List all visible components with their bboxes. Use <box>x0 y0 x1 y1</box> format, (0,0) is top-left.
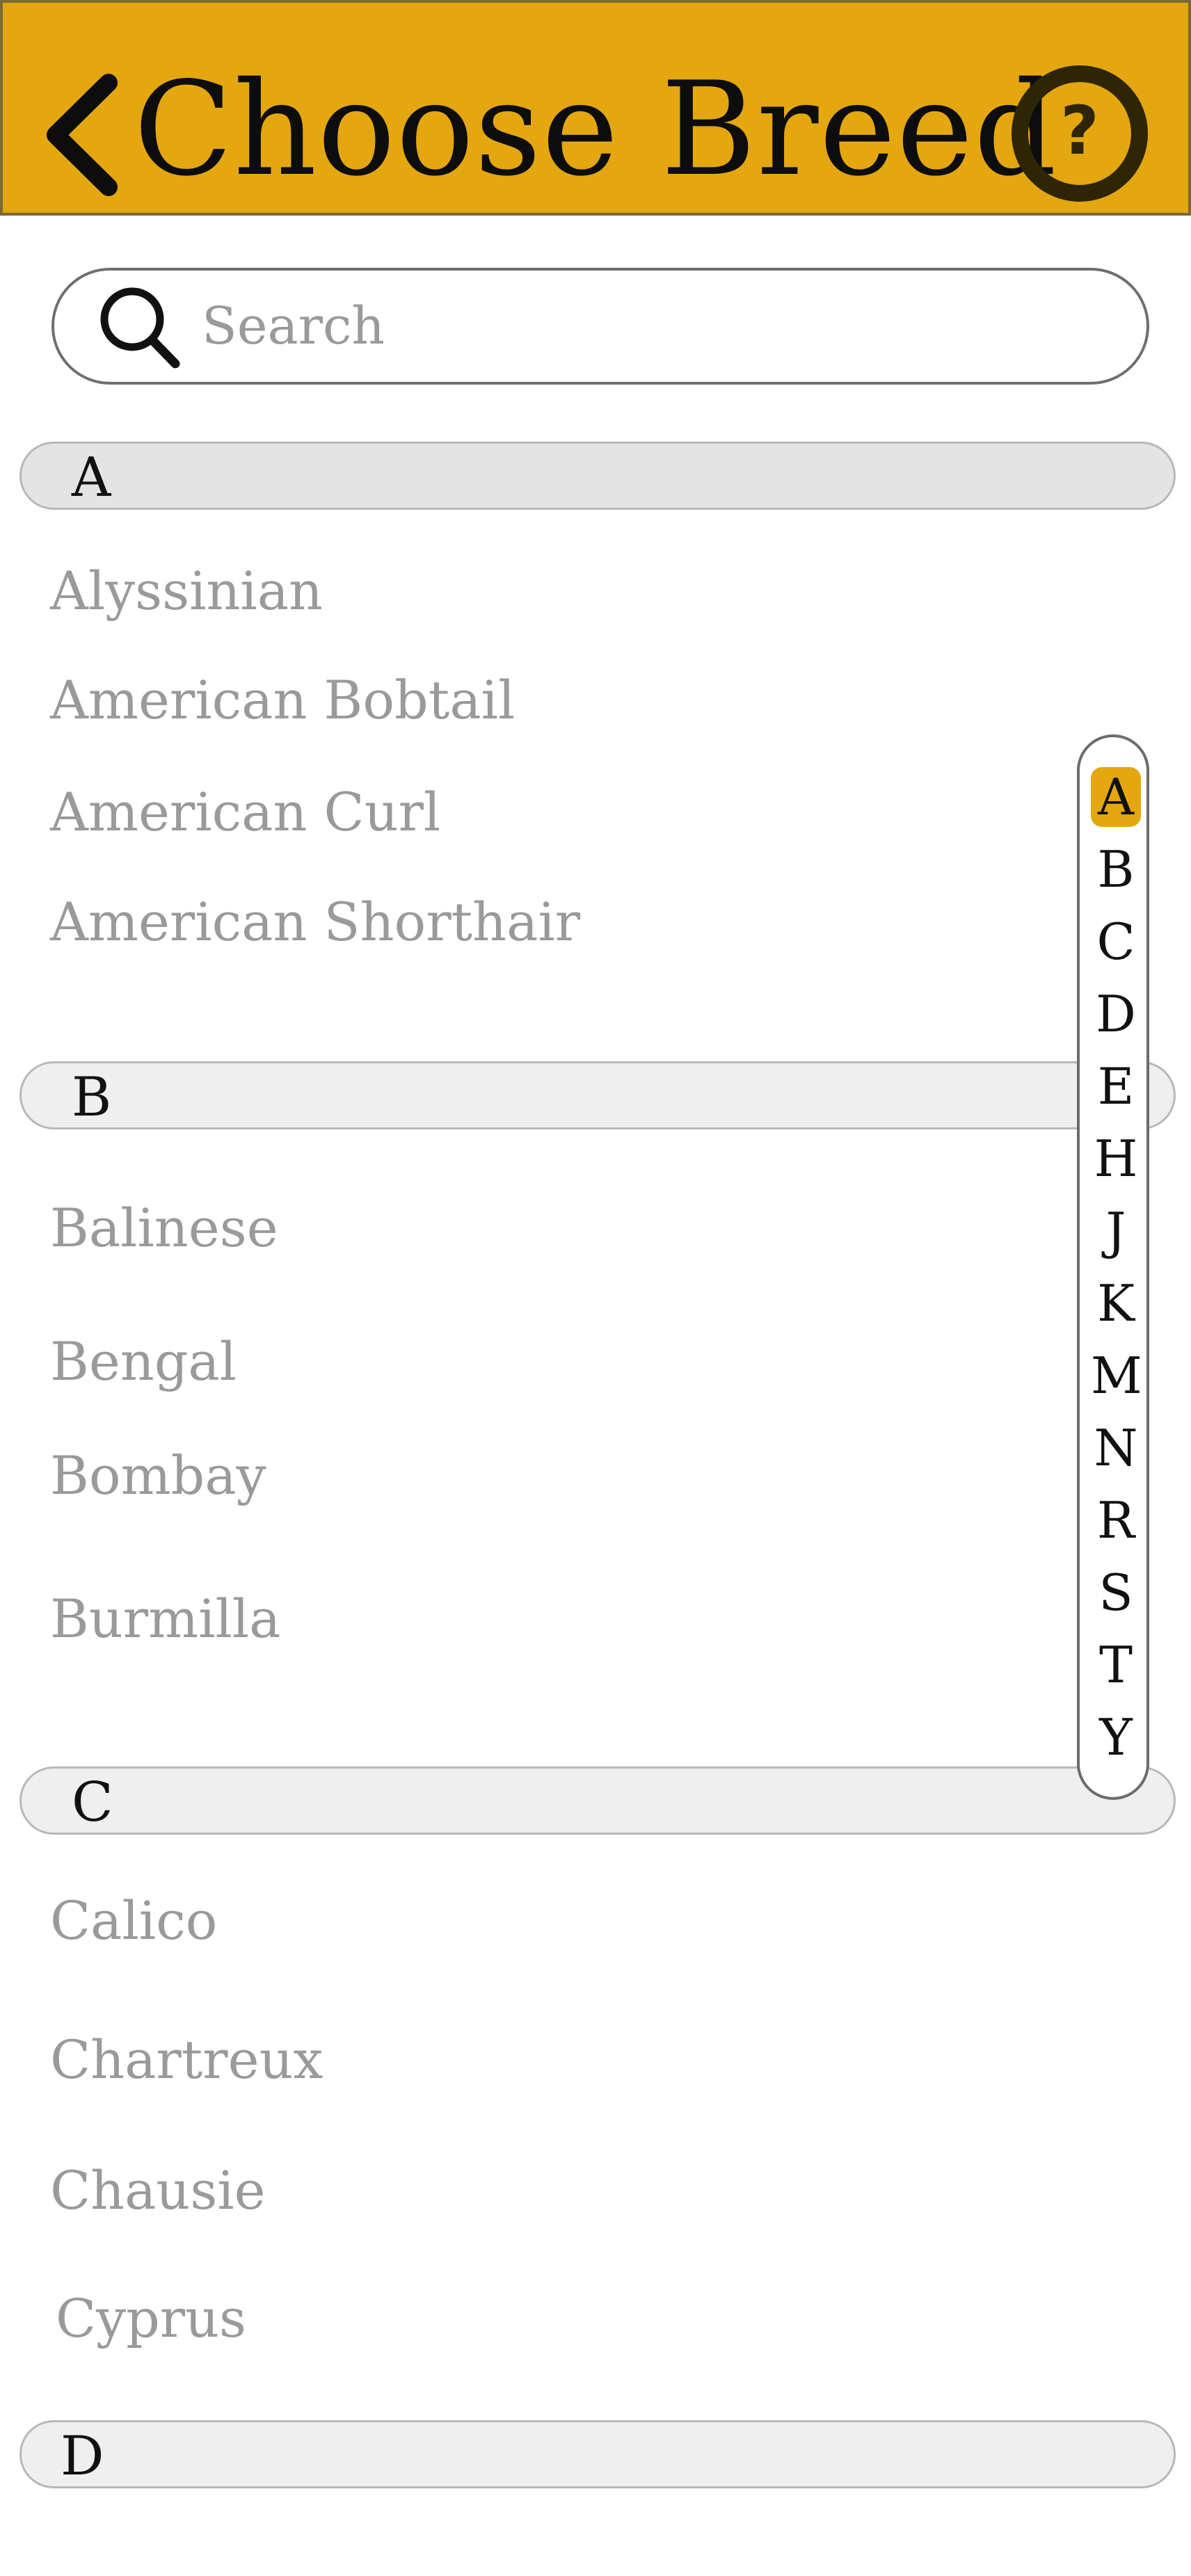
index-letter-t[interactable]: T <box>1091 1635 1141 1695</box>
index-letter-s[interactable]: S <box>1091 1563 1141 1623</box>
breed-item[interactable]: Chartreux <box>50 2025 323 2095</box>
question-circle-icon: ? <box>1012 65 1148 202</box>
help-button[interactable]: ? <box>1011 65 1149 202</box>
breed-item[interactable]: Bengal <box>50 1327 237 1396</box>
index-letter-k[interactable]: K <box>1091 1273 1141 1333</box>
index-letter-r[interactable]: R <box>1091 1490 1141 1550</box>
breed-item[interactable]: Burmilla <box>50 1584 280 1654</box>
index-letter-n[interactable]: N <box>1091 1418 1141 1478</box>
breed-item[interactable]: Cyprus <box>56 2284 246 2353</box>
alphabet-index-bar[interactable]: A B C D E H J K M N R S T Y <box>1077 734 1149 1800</box>
index-letter-j[interactable]: J <box>1091 1201 1141 1261</box>
section-letter: D <box>61 2425 104 2488</box>
index-letter-b[interactable]: B <box>1091 839 1141 899</box>
section-header-d: D <box>19 2420 1176 2488</box>
search-icon <box>100 287 180 369</box>
breed-item[interactable]: Alyssinian <box>50 556 323 626</box>
breed-item[interactable]: Bombay <box>50 1441 266 1511</box>
breed-item[interactable]: Chausie <box>50 2156 266 2225</box>
breed-item[interactable]: Balinese <box>50 1193 278 1263</box>
app-header: Choose Breed ? <box>0 0 1191 216</box>
section-letter: A <box>72 446 111 509</box>
section-header-a: A <box>19 442 1176 510</box>
section-letter: B <box>72 1066 112 1129</box>
index-letter-a[interactable]: A <box>1091 767 1141 827</box>
breed-item[interactable]: American Bobtail <box>50 666 515 735</box>
breed-item[interactable]: Calico <box>50 1886 217 1956</box>
section-header-c: C <box>19 1766 1176 1835</box>
index-letter-y[interactable]: Y <box>1091 1707 1141 1767</box>
search-input[interactable] <box>202 284 1106 368</box>
breed-item[interactable]: American Curl <box>50 778 440 847</box>
breed-item[interactable]: American Shorthair <box>50 887 580 957</box>
index-letter-h[interactable]: H <box>1091 1129 1141 1189</box>
index-letter-d[interactable]: D <box>1091 984 1141 1044</box>
section-letter: C <box>72 1771 113 1834</box>
index-letter-m[interactable]: M <box>1091 1346 1142 1406</box>
svg-text:?: ? <box>1060 92 1099 170</box>
index-letter-e[interactable]: E <box>1091 1056 1141 1116</box>
search-bar[interactable] <box>51 268 1149 385</box>
index-letter-c[interactable]: C <box>1091 912 1141 972</box>
section-header-b: B <box>19 1061 1176 1129</box>
